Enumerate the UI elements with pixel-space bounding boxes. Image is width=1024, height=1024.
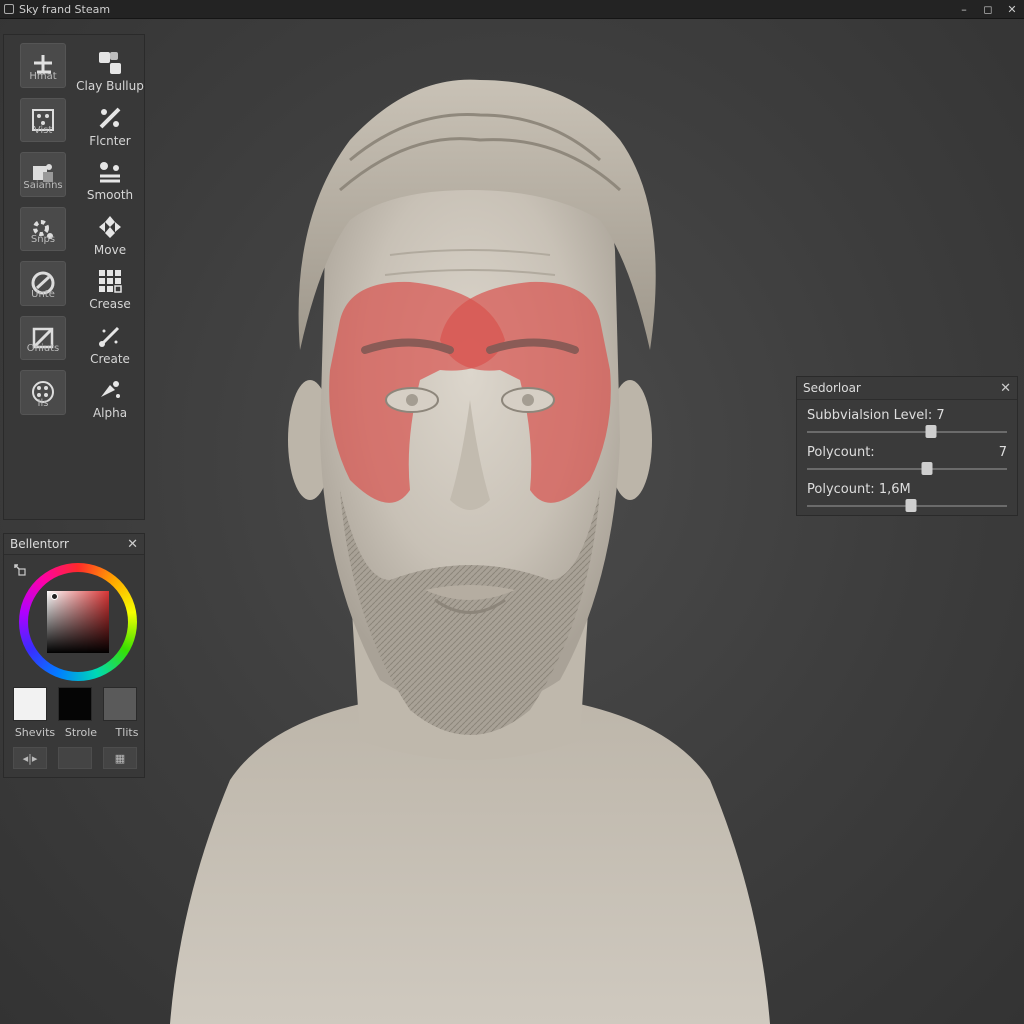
- saturation-value-square[interactable]: [47, 591, 109, 653]
- tool-crease[interactable]: Crease: [75, 261, 145, 316]
- tool-move[interactable]: Move: [75, 207, 145, 262]
- sculpted-head-model: [170, 79, 770, 1024]
- tool-label: Hmat: [29, 70, 57, 82]
- tool-ils[interactable]: Ils: [11, 370, 75, 425]
- swatch-secondary[interactable]: [58, 687, 92, 721]
- tool-alpha[interactable]: Alpha: [75, 370, 145, 425]
- minimize-button[interactable]: –: [952, 0, 976, 18]
- maximize-button[interactable]: ◻: [976, 0, 1000, 18]
- tool-label: Alpha: [92, 406, 128, 420]
- clay-buildup-icon: [88, 47, 132, 79]
- color-picker-handle[interactable]: [51, 593, 58, 600]
- close-button[interactable]: ✕: [1000, 0, 1024, 18]
- close-icon[interactable]: ✕: [1000, 381, 1011, 396]
- tool-smooth[interactable]: Smooth: [75, 152, 145, 207]
- swatch-labels: Shevits Strole Tlits: [12, 726, 150, 739]
- tool-flatten[interactable]: Flcnter: [75, 98, 145, 153]
- tool-label: Oniuts: [26, 343, 60, 354]
- alpha-icon: [88, 374, 132, 406]
- tool-hmat[interactable]: Hmat: [11, 43, 75, 98]
- swatch-label: Strole: [64, 726, 98, 739]
- swatch-label: Shevits: [14, 726, 56, 739]
- panel-header: Bellentorr ✕: [4, 534, 144, 555]
- title-bar: Sky frand Steam – ◻ ✕: [0, 0, 1024, 19]
- subdivision-slider[interactable]: [807, 425, 1007, 438]
- tool-label: Saianns: [23, 179, 63, 191]
- tool-saianns[interactable]: Saianns: [11, 152, 75, 207]
- tool-oniuts[interactable]: Oniuts: [11, 315, 75, 371]
- tool-label: Vist: [33, 125, 53, 136]
- empty-button[interactable]: [58, 747, 92, 769]
- tool-label: Ils: [37, 397, 49, 409]
- app-icon: [4, 4, 14, 14]
- swatch-primary[interactable]: [13, 687, 47, 721]
- prop-label: Subbvialsion Level: 7: [807, 408, 945, 423]
- tool-vist[interactable]: Vist: [11, 97, 75, 153]
- panel-header: Sedorloar ✕: [797, 377, 1017, 400]
- panel-title: Bellentorr: [10, 537, 69, 551]
- subdivision-level-prop: Subbvialsion Level: 7: [797, 400, 1017, 438]
- move-icon: [88, 211, 132, 243]
- tool-label: Snps: [30, 234, 56, 245]
- prop-value: 7: [998, 445, 1007, 460]
- swap-colors-icon[interactable]: [14, 564, 26, 576]
- tool-clay-buildup[interactable]: Clay Bullup: [75, 43, 145, 98]
- tool-label: Move: [93, 242, 127, 257]
- color-panel-buttons: ◂|▸ ▦: [13, 747, 137, 769]
- tool-label: Flcnter: [89, 133, 131, 148]
- prop-label: Polycount: 1,6M: [807, 482, 911, 497]
- sculpt-viewport[interactable]: [150, 20, 790, 1024]
- color-swatches: [13, 687, 137, 721]
- subdivision-panel: Sedorloar ✕ Subbvialsion Level: 7 Polyco…: [796, 376, 1018, 516]
- polycount-prop: Polycount: 7: [797, 437, 1017, 475]
- tool-unte[interactable]: Unte: [11, 261, 75, 316]
- polycount-slider[interactable]: [807, 462, 1007, 475]
- polycount-total-slider[interactable]: [807, 499, 1007, 512]
- palette-button[interactable]: ▦: [103, 747, 137, 769]
- tool-snps[interactable]: Snps: [11, 206, 75, 262]
- prop-label: Polycount:: [807, 445, 875, 460]
- swatch-tertiary[interactable]: [103, 687, 137, 721]
- window-title: Sky frand Steam: [19, 2, 111, 16]
- tool-label: Unte: [31, 288, 55, 300]
- smooth-icon: [88, 156, 132, 188]
- tool-label: Clay Bullup: [76, 79, 144, 93]
- swap-button[interactable]: ◂|▸: [13, 747, 47, 769]
- panel-title: Sedorloar: [803, 381, 861, 395]
- tool-label: Smooth: [86, 188, 134, 202]
- color-wheel-area: [4, 555, 146, 681]
- polycount-total-prop: Polycount: 1,6M: [797, 474, 1017, 512]
- tool-label: Create: [90, 351, 130, 366]
- crease-icon: [88, 265, 132, 297]
- brush-tools-panel: Hmat Clay Bullup Vist Flcnter Saianns Sm…: [3, 34, 145, 520]
- close-icon[interactable]: ✕: [127, 537, 138, 552]
- swatch-label: Tlits: [115, 726, 139, 739]
- create-icon: [88, 320, 132, 352]
- flatten-icon: [88, 102, 132, 134]
- slider-knob[interactable]: [905, 499, 917, 512]
- tool-label: Crease: [89, 297, 131, 311]
- color-picker-panel: Bellentorr ✕ Shevits Strole Tlits ◂|▸ ▦: [3, 533, 145, 778]
- tool-create[interactable]: Create: [75, 316, 145, 371]
